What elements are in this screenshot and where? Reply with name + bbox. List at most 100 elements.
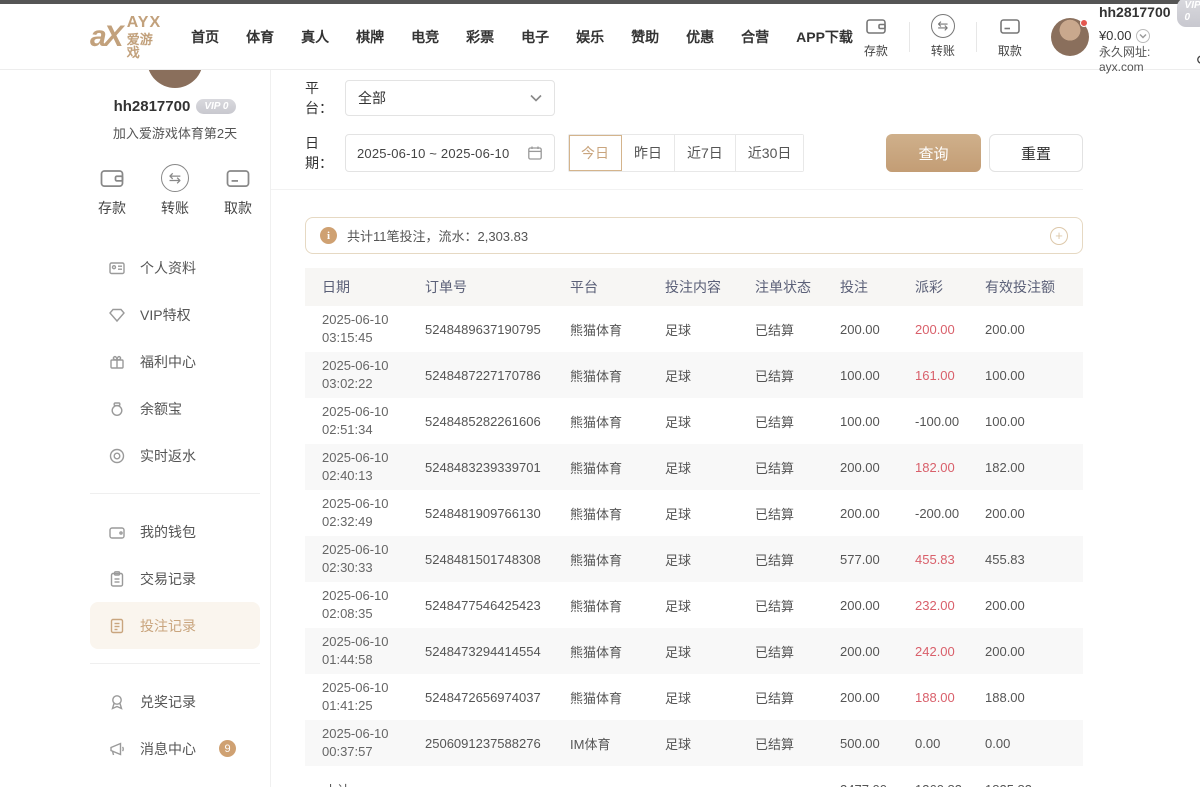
subtotal-label: 小计 [305,780,425,787]
site-logo[interactable]: aX AYX 爱游戏 [90,15,161,59]
nav-item[interactable]: 棋牌 [356,27,384,47]
withdraw-button[interactable]: 取款 [987,14,1033,59]
cell-status: 已结算 [755,642,840,661]
cell-date: 2025-06-1000:37:57 [305,725,425,761]
gem-icon [108,306,126,324]
nav-item[interactable]: 彩票 [466,27,494,47]
cell-status: 已结算 [755,504,840,523]
date-range-input[interactable]: 2025-06-10 ~ 2025-06-10 [345,134,555,172]
sidebar-item-feedback[interactable]: 意见反馈 [90,772,260,787]
user-avatar[interactable] [1051,18,1089,56]
sidebar-item-wallet[interactable]: 我的钱包 [90,508,260,555]
cell-valid-amount: 200.00 [985,506,1083,521]
sidebar-item-label: 交易记录 [140,569,196,589]
column-header: 日期 [305,277,425,297]
cell-platform: IM体育 [570,734,665,753]
site-header: aX AYX 爱游戏 首页 体育 真人 棋牌 电竞 彩票 电子 娱乐 赞助 优惠 合营 APP下载 存… [0,4,1200,70]
transfer-button[interactable]: ⇆ 转账 [920,14,966,59]
sidebar-item-redeem[interactable]: 兑奖记录 [90,678,260,725]
cell-status: 已结算 [755,688,840,707]
cell-bet-content: 足球 [665,734,755,753]
cell-platform: 熊猫体育 [570,366,665,385]
nav-item[interactable]: 娱乐 [576,27,604,47]
clipboard-icon [108,570,126,588]
sidebar-item-profile[interactable]: 个人资料 [90,244,260,291]
table-row: 2025-06-1002:40:135248483239339701熊猫体育足球… [305,444,1083,490]
id-card-icon [108,259,126,277]
nav-item[interactable]: APP下载 [796,27,853,47]
nav-item[interactable]: 首页 [191,27,219,47]
nav-item[interactable]: 真人 [301,27,329,47]
nav-item[interactable]: 合营 [741,27,769,47]
platform-select[interactable]: 全部 [345,80,555,116]
cell-payout: -200.00 [915,506,985,521]
cell-date: 2025-06-1001:41:25 [305,679,425,715]
cell-bet-content: 足球 [665,688,755,707]
date-quick-button[interactable]: 昨日 [622,135,675,171]
sidebar-menu: 个人资料 VIP特权 福利中心 余额宝 实时返水 我的钱包 [90,244,260,787]
cell-bet-amount: 500.00 [840,736,915,751]
sidebar-item-vip[interactable]: VIP特权 [90,291,260,338]
date-range-value: 2025-06-10 ~ 2025-06-10 [357,146,509,161]
cell-bet-content: 足球 [665,412,755,431]
balance-refresh-chevron-icon[interactable] [1136,29,1150,43]
nav-item[interactable]: 电子 [521,27,549,47]
sidebar-withdraw-button[interactable]: 取款 [224,164,252,218]
sidebar-item-label: 福利中心 [140,352,196,372]
cell-order-no: 5248481501748308 [425,552,570,567]
divider [271,189,1083,190]
medal-icon [108,693,126,711]
cell-date: 2025-06-1002:40:13 [305,449,425,485]
cell-payout: 182.00 [915,460,985,475]
sidebar-transfer-button[interactable]: ⇆ 转账 [161,164,189,218]
cell-bet-content: 足球 [665,642,755,661]
deposit-button[interactable]: 存款 [853,14,899,59]
cell-order-no: 5248489637190795 [425,322,570,337]
cell-status: 已结算 [755,596,840,615]
nav-item[interactable]: 赞助 [631,27,659,47]
sidebar-item-yuebao[interactable]: 余额宝 [90,385,260,432]
column-header: 投注内容 [665,277,755,297]
cell-bet-amount: 200.00 [840,690,915,705]
cell-status: 已结算 [755,458,840,477]
joined-days-text: 加入爱游戏体育第2天 [90,123,260,142]
nav-item[interactable]: 优惠 [686,27,714,47]
reset-button[interactable]: 重置 [989,134,1083,172]
cell-order-no: 5248481909766130 [425,506,570,521]
table-subtotal-row: 小计 —— —— 2477.00 1360.83 1825.83 [305,766,1083,787]
cell-date: 2025-06-1003:02:22 [305,357,425,393]
sidebar-item-messages[interactable]: 消息中心 9 [90,725,260,772]
cell-payout: 188.00 [915,690,985,705]
sidebar-vip-badge: VIP 0 [196,99,236,114]
date-quick-button[interactable]: 今日 [569,135,622,171]
sidebar-item-label: 兑奖记录 [140,692,196,712]
message-count-badge: 9 [219,740,236,757]
magnifier-icon[interactable] [1196,54,1200,67]
sidebar-deposit-button[interactable]: 存款 [98,164,126,218]
sidebar-item-label: 实时返水 [140,446,196,466]
divider [90,663,260,664]
nav-item[interactable]: 电竞 [411,27,439,47]
sidebar-item-transactions[interactable]: 交易记录 [90,555,260,602]
vip-badge: VIP 0 [1177,0,1200,27]
cell-status: 已结算 [755,320,840,339]
gift-icon [108,353,126,371]
cell-bet-amount: 200.00 [840,644,915,659]
query-button[interactable]: 查询 [886,134,981,172]
transfer-label: 转账 [161,198,189,218]
table-row: 2025-06-1003:02:225248487227170786熊猫体育足球… [305,352,1083,398]
cell-order-no: 5248473294414554 [425,644,570,659]
date-quick-button[interactable]: 近7日 [675,135,736,171]
cell-bet-amount: 200.00 [840,322,915,337]
wallet-icon [98,164,126,192]
nav-item[interactable]: 体育 [246,27,274,47]
cell-valid-amount: 455.83 [985,552,1083,567]
sidebar-item-bet-records[interactable]: 投注记录 [90,602,260,649]
wallet-icon [108,523,126,541]
platform-label: 平台： [305,78,345,118]
sidebar-item-welfare[interactable]: 福利中心 [90,338,260,385]
subtotal-content-dash: —— [665,782,755,787]
sidebar-item-rebate[interactable]: 实时返水 [90,432,260,479]
date-quick-button[interactable]: 近30日 [736,135,804,171]
plus-circle-icon[interactable]: + [1050,227,1068,245]
